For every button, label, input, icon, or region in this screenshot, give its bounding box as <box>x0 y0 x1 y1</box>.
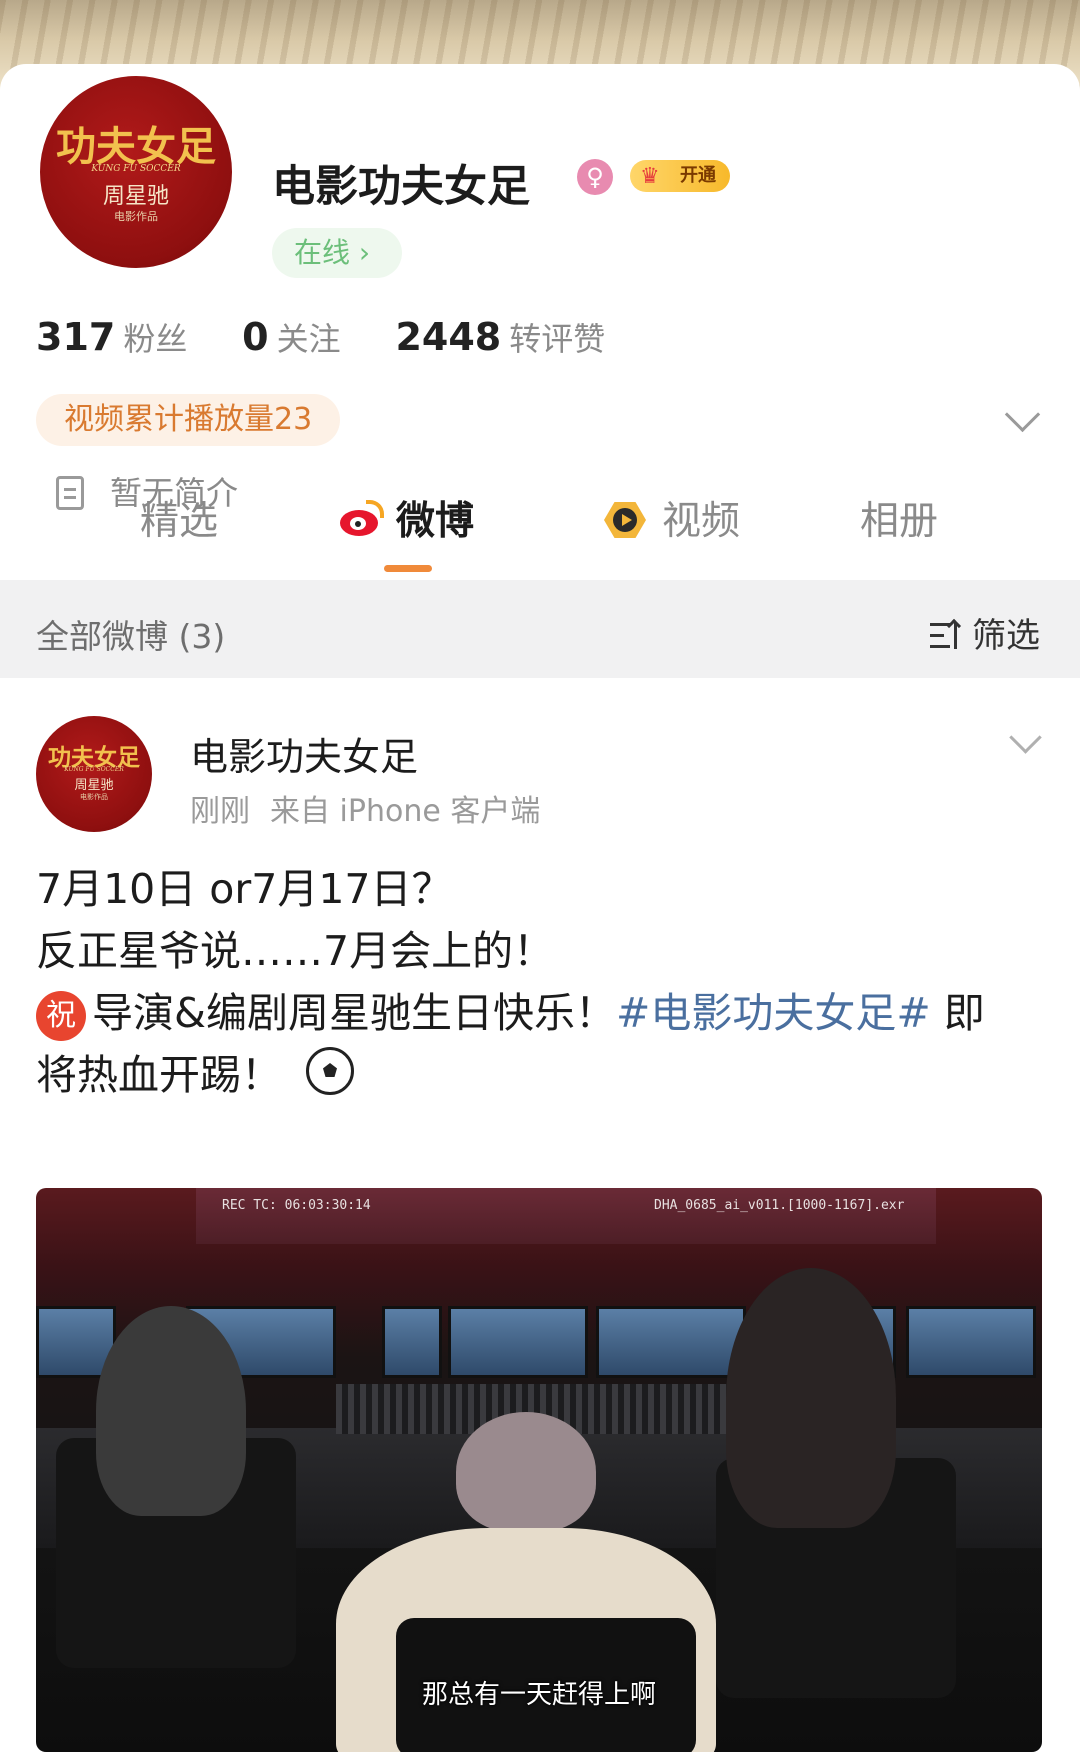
stat-value: 2448 <box>395 315 502 359</box>
soccer-ball-icon <box>306 1047 354 1095</box>
stat-value: 317 <box>36 315 116 359</box>
stat-label: 关注 <box>276 320 341 358</box>
avatar-logo-director: 周星驰 <box>102 184 169 209</box>
image-subtitle: 那总有一天赶得上啊 <box>421 1680 656 1710</box>
tab-video[interactable]: 视频 <box>602 490 740 546</box>
profile-stats: 317 粉丝 0 关注 2448 转评赞 <box>36 314 649 360</box>
post-line-text: 将热血开踢！ <box>36 1051 282 1099</box>
post-line: 反正星爷说……7月会上的！ <box>36 927 555 975</box>
avatar-logo-note: 电影作品 <box>80 793 108 801</box>
post-image[interactable]: REC TC: 06:03:30:14 DHA_0685_ai_v011.[10… <box>36 1188 1042 1752</box>
weibo-icon <box>336 500 384 538</box>
profile-tabs: 精选 微博 视频 相册 <box>0 490 1080 570</box>
post-line: 将热血开踢！ <box>36 1044 1046 1106</box>
image-monitor <box>448 1306 588 1378</box>
post-text: 7月10日 or7月17日？ 反正星爷说……7月会上的！ 祝导演&编剧周星驰生日… <box>36 858 1046 1106</box>
avatar-logo-director: 周星驰 <box>74 778 114 793</box>
tab-album[interactable]: 相册 <box>860 490 938 546</box>
post-header: 功夫女足 KUNG FU SOCCER 周星驰 电影作品 电影功夫女足 刚刚 来自… <box>0 710 1080 840</box>
image-person-left <box>96 1306 246 1516</box>
stat-interactions[interactable]: 2448 转评赞 <box>395 314 605 360</box>
post-meta: 刚刚 来自 iPhone 客户端 <box>190 786 560 830</box>
active-tab-indicator <box>384 565 432 572</box>
image-filename-text: DHA_0685_ai_v011.[1000-1167].exr <box>654 1198 905 1213</box>
filter-button[interactable]: 筛选 <box>930 608 1040 657</box>
celebrate-icon: 祝 <box>36 991 86 1041</box>
vip-open-label: 开通 <box>680 165 716 186</box>
video-play-count-badge[interactable]: 视频累计播放量23 <box>36 394 341 446</box>
post-line: 7月10日 or7月17日？ <box>36 865 453 913</box>
image-projection-screen <box>196 1188 936 1244</box>
filter-bar: 全部微博 (3) 筛选 <box>0 580 1080 678</box>
post-line-tail: 即 <box>930 989 985 1037</box>
stat-value: 0 <box>242 315 269 359</box>
image-person-right <box>726 1268 896 1528</box>
online-status-button[interactable]: 在线 › <box>272 228 402 278</box>
post-time: 刚刚 <box>190 794 250 829</box>
profile-name: 电影功夫女足 <box>272 162 530 212</box>
post-source: 来自 iPhone 客户端 <box>270 794 541 829</box>
tab-video-label: 视频 <box>662 499 741 544</box>
hashtag-link[interactable]: #电影功夫女足# <box>616 989 931 1037</box>
post-line: 祝导演&编剧周星驰生日快乐！#电影功夫女足# 即 <box>36 982 1046 1044</box>
avatar-logo-note: 电影作品 <box>114 210 158 223</box>
post-line-text: 导演&编剧周星驰生日快乐！ <box>92 989 616 1037</box>
tab-featured[interactable]: 精选 <box>140 490 218 546</box>
image-timecode-text: REC TC: 06:03:30:14 <box>222 1198 371 1213</box>
stat-label: 粉丝 <box>123 320 188 358</box>
female-gender-icon: ♀ <box>577 159 613 195</box>
post-author-avatar[interactable]: 功夫女足 KUNG FU SOCCER 周星驰 电影作品 <box>36 716 152 832</box>
avatar-logo-subtitle: KUNG FU SOCCER <box>91 164 181 174</box>
tab-weibo-label: 微博 <box>396 499 475 544</box>
image-monitor <box>596 1306 746 1378</box>
image-person-cap <box>456 1412 596 1532</box>
crown-icon: ♛ <box>640 164 660 189</box>
image-monitor <box>906 1306 1036 1378</box>
stat-followers[interactable]: 317 粉丝 <box>36 314 187 360</box>
video-icon <box>602 500 648 540</box>
filter-icon <box>930 621 964 651</box>
stat-following[interactable]: 0 关注 <box>242 314 340 360</box>
profile-avatar[interactable]: 功夫女足 KUNG FU SOCCER 周星驰 电影作品 <box>34 70 238 274</box>
stat-label: 转评赞 <box>509 320 606 358</box>
avatar-logo-subtitle: KUNG FU SOCCER <box>64 766 124 773</box>
filter-label: 筛选 <box>972 616 1040 656</box>
vip-open-button[interactable]: ♛ 开通 <box>630 160 730 192</box>
all-posts-count: 全部微博 (3) <box>36 617 226 656</box>
chevron-down-icon[interactable] <box>1004 396 1041 433</box>
image-monitor <box>382 1306 442 1378</box>
post-author-name[interactable]: 电影功夫女足 <box>190 726 418 781</box>
tab-weibo[interactable]: 微博 <box>336 490 474 546</box>
